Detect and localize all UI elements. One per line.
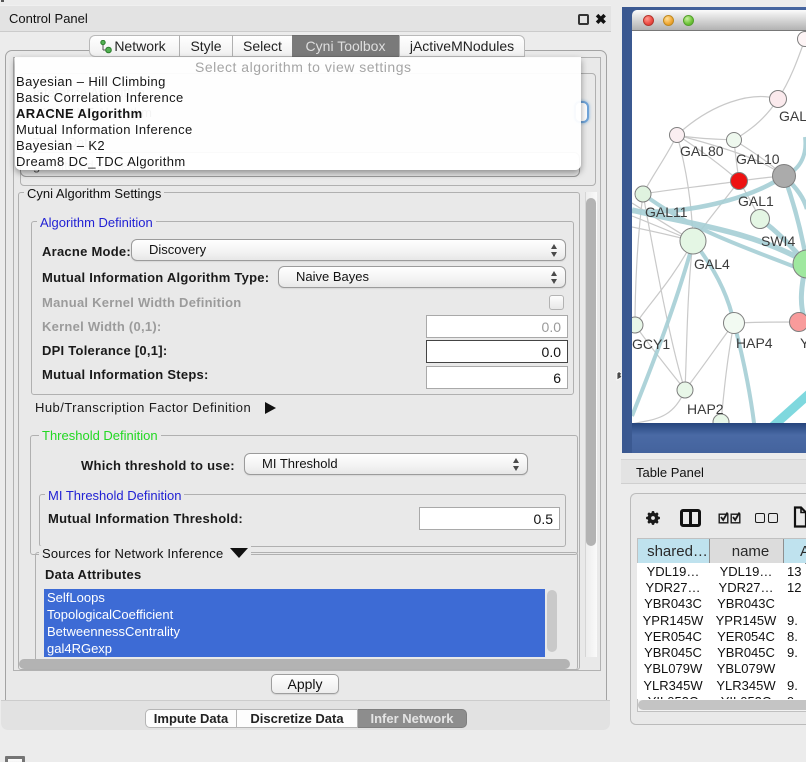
- svg-text:GAL11: GAL11: [645, 204, 688, 220]
- svg-text:SWI4: SWI4: [761, 233, 795, 249]
- svg-text:GCY1: GCY1: [632, 336, 670, 352]
- svg-text:GAL10: GAL10: [736, 151, 780, 167]
- svg-text:HAP4: HAP4: [736, 335, 773, 351]
- svg-text:GAL4: GAL4: [694, 256, 730, 272]
- svg-text:Y: Y: [800, 335, 806, 351]
- svg-text:GAL80: GAL80: [680, 143, 724, 159]
- svg-text:GAL1: GAL1: [738, 193, 774, 209]
- svg-text:GAL7: GAL7: [779, 108, 806, 124]
- svg-text:HAP2: HAP2: [687, 401, 724, 417]
